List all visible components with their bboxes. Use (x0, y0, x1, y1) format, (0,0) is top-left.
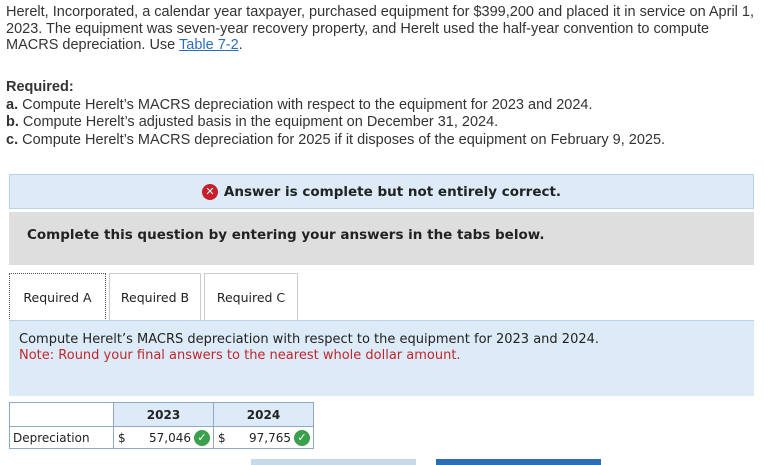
currency-symbol: $ (218, 431, 226, 445)
answer-status-text: Answer is complete but not entirely corr… (223, 183, 562, 200)
required-item-a: a. Compute Herelt’s MACRS depreciation w… (6, 96, 593, 113)
required-section: Required: a. Compute Herelt’s MACRS depr… (6, 79, 665, 149)
depreciation-2023-value: 57,046 (149, 431, 191, 445)
header-blank-cell (9, 402, 114, 427)
answer-status-banner: ✕ Answer is complete but not entirely co… (9, 174, 754, 209)
row-label-depreciation: Depreciation (9, 426, 114, 449)
problem-statement: Herelt, Incorporated, a calendar year ta… (6, 4, 758, 54)
tab-required-c[interactable]: Required C (204, 273, 298, 321)
previous-button[interactable] (251, 459, 416, 465)
depreciation-table: 2023 2024 Depreciation $ 57,046 ✓ $ 97,7… (9, 402, 314, 449)
table-row: Depreciation $ 57,046 ✓ $ 97,765 ✓ (9, 426, 314, 449)
instructions-text: Complete this question by entering your … (27, 227, 545, 243)
required-item-c: c. Compute Herelt’s MACRS depreciation f… (6, 131, 666, 148)
panel-prompt: Compute Herelt’s MACRS depreciation with… (19, 332, 600, 347)
tab-required-a[interactable]: Required A (9, 273, 106, 321)
required-item-b: b. Compute Herelt’s adjusted basis in th… (6, 114, 499, 130)
currency-symbol: $ (118, 431, 126, 445)
problem-text: Herelt, Incorporated, a calendar year ta… (6, 4, 755, 53)
depreciation-2023-input[interactable]: $ 57,046 ✓ (113, 426, 214, 449)
tab-panel-required-a: Compute Herelt’s MACRS depreciation with… (9, 320, 754, 396)
next-button[interactable] (436, 459, 601, 465)
table-header-row: 2023 2024 (9, 402, 314, 427)
header-2023: 2023 (113, 402, 214, 427)
instructions-bar: Complete this question by entering your … (9, 212, 754, 265)
depreciation-2024-input[interactable]: $ 97,765 ✓ (213, 426, 314, 449)
tab-bar: Required A Required B Required C (9, 273, 301, 321)
x-circle-icon: ✕ (201, 183, 218, 200)
table-7-2-link[interactable]: Table 7-2 (179, 37, 239, 53)
check-circle-icon: ✓ (194, 430, 210, 446)
problem-text-end: . (238, 37, 243, 53)
tab-required-b[interactable]: Required B (109, 273, 201, 321)
header-2024: 2024 (213, 402, 314, 427)
panel-note: Note: Round your final answers to the ne… (19, 348, 461, 363)
required-title: Required: (6, 79, 74, 95)
check-circle-icon: ✓ (294, 430, 310, 446)
depreciation-2024-value: 97,765 (249, 431, 291, 445)
